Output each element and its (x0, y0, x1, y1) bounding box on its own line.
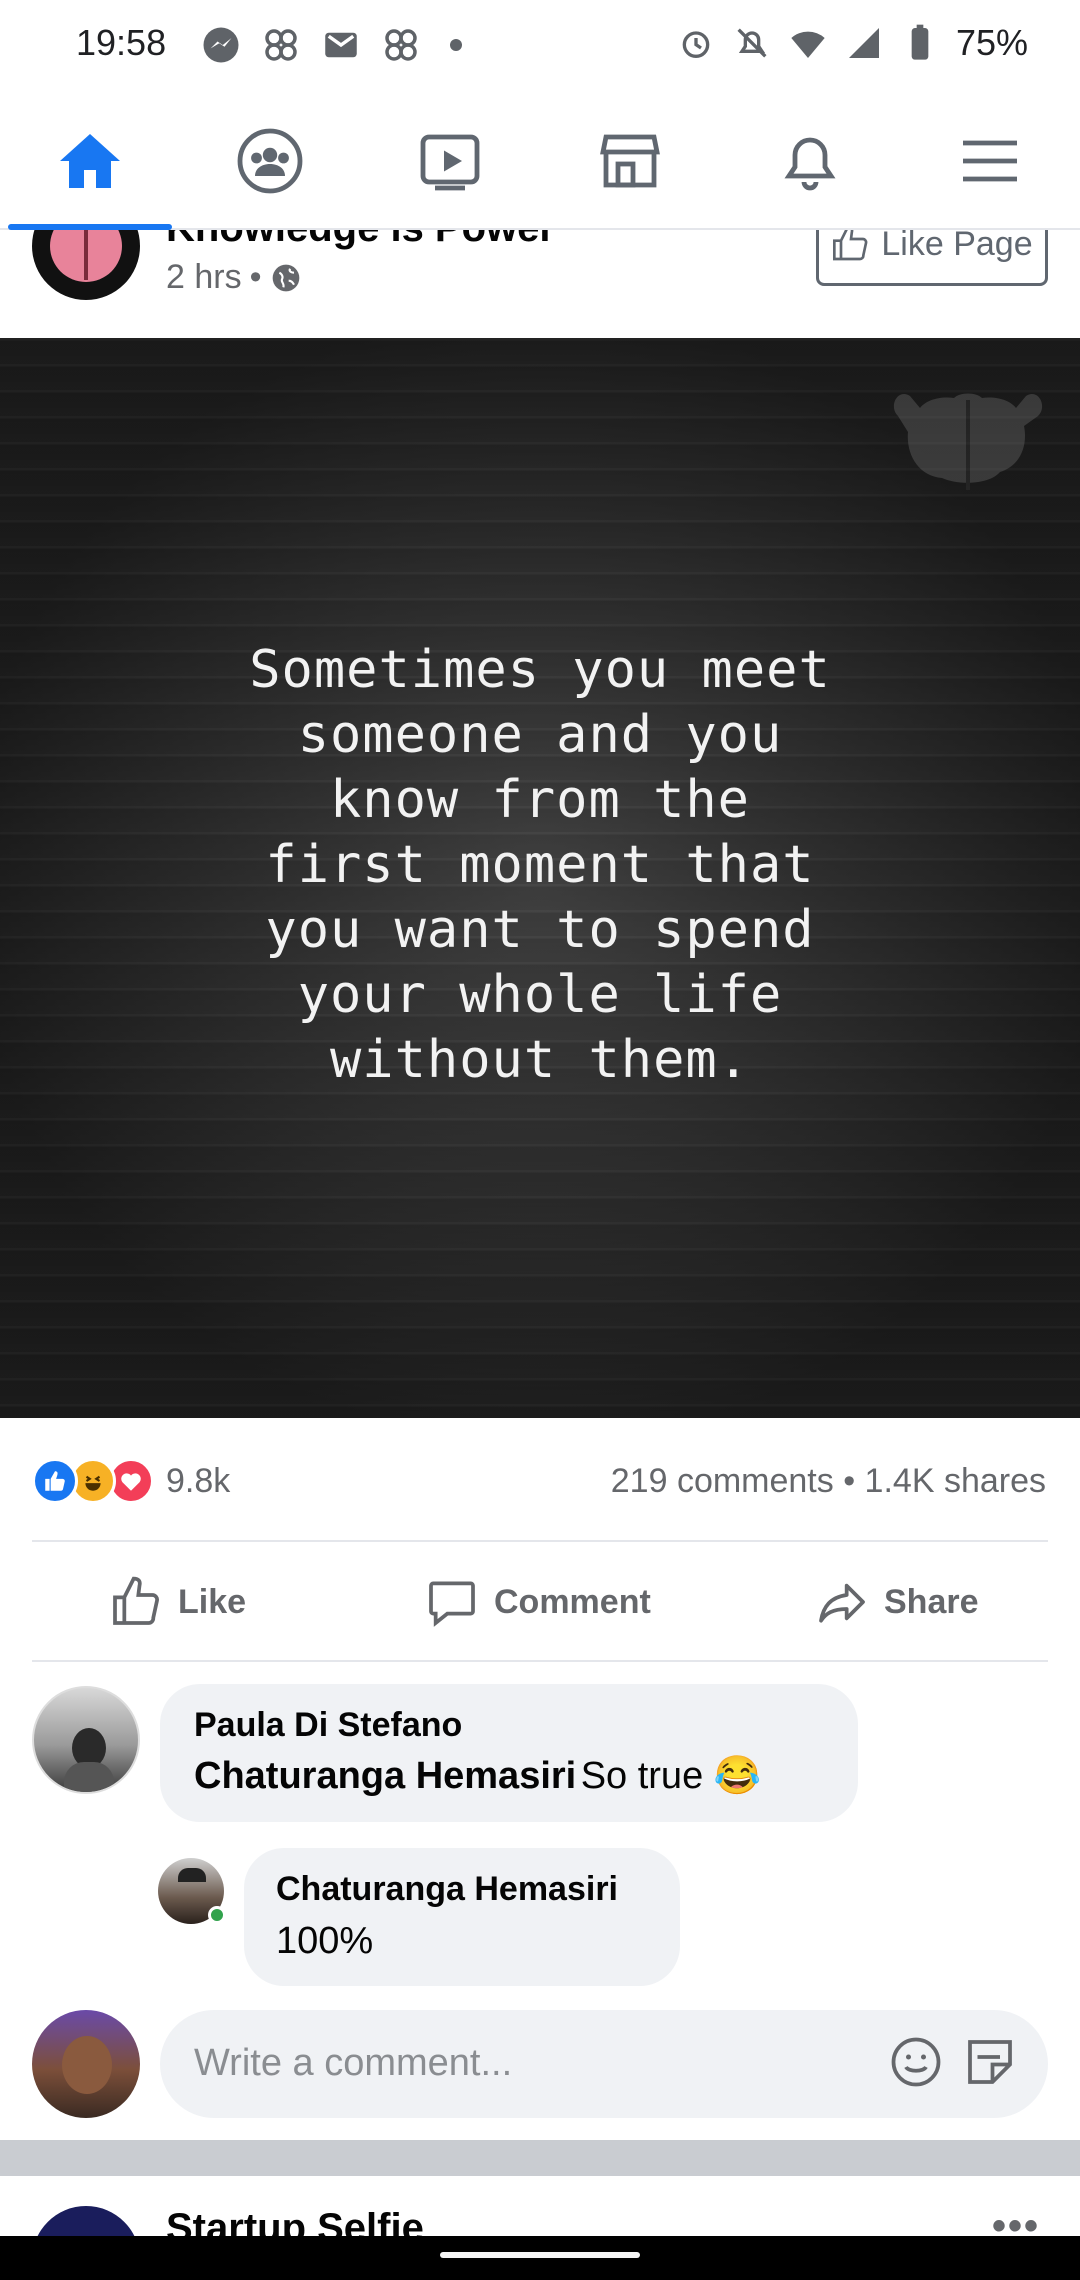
post-actions: Like Comment Share (0, 1544, 1080, 1660)
tab-marketplace[interactable] (540, 92, 720, 230)
top-nav (0, 92, 1080, 230)
bell-off-icon (737, 28, 767, 58)
comment-icon (429, 1581, 475, 1627)
comment-button[interactable]: Comment (424, 1544, 651, 1660)
app-icon (385, 29, 417, 61)
bell-icon (784, 137, 836, 191)
comment-author[interactable]: Chaturanga Hemasiri (276, 1870, 618, 1909)
signal-icon (848, 28, 879, 58)
page-name[interactable]: Knowledge is Power (166, 230, 555, 251)
share-button[interactable]: Share (814, 1544, 979, 1660)
comment-label: Comment (494, 1582, 651, 1621)
hamburger-menu-icon (963, 140, 1017, 182)
more-notifications-dot (450, 39, 462, 51)
divider (32, 1660, 1048, 1662)
like-label: Like (178, 1582, 247, 1621)
comment-text: 100% (276, 1920, 374, 1962)
page-avatar[interactable] (32, 230, 140, 300)
thumbs-up-icon (113, 1576, 159, 1625)
share-icon (819, 1583, 865, 1623)
quote-text: Sometimes you meet someone and you know … (140, 638, 940, 1093)
post-time[interactable]: 2 hrs (166, 258, 242, 297)
quote-line: first moment that (265, 835, 815, 895)
post-image[interactable]: Sometimes you meet someone and you know … (0, 338, 1080, 1418)
quote-line: you want to spend (265, 900, 815, 960)
emoji-icon[interactable] (886, 2032, 946, 2092)
watch-icon (420, 134, 480, 191)
tagged-user[interactable]: Chaturanga Hemasiri (194, 1755, 576, 1797)
quote-line: someone and you (297, 705, 783, 765)
tab-menu[interactable] (900, 92, 1080, 230)
system-icons: 75% (676, 22, 1028, 64)
comment-text: So true 😂 (580, 1755, 762, 1797)
tab-notifications[interactable] (720, 92, 900, 230)
my-avatar[interactable] (32, 2010, 140, 2118)
alarm-icon (682, 31, 710, 59)
groups-icon (237, 128, 303, 194)
comment-bubble[interactable]: Chaturanga Hemasiri 100% (244, 1848, 680, 1986)
engagement-summary: 9.8k 219 comments • 1.4K shares (0, 1418, 1080, 1542)
more-options-icon[interactable]: ••• (992, 2204, 1040, 2236)
next-post-header: Startup Selfie ••• (0, 2176, 1080, 2236)
post-meta: 2 hrs • (166, 258, 302, 297)
post-header: Knowledge is Power 2 hrs • Like Page (0, 230, 1080, 338)
wifi-icon (791, 31, 825, 58)
comment-reply: Chaturanga Hemasiri 100% (0, 1846, 1080, 1996)
share-label: Share (884, 1582, 979, 1621)
quote-line: without them. (330, 1030, 750, 1090)
quote-line: know from the (330, 770, 750, 830)
comment: Paula Di Stefano Chaturanga Hemasiri So … (0, 1680, 1080, 1840)
quote-line: Sometimes you meet (249, 640, 831, 700)
comment-author[interactable]: Paula Di Stefano (194, 1706, 462, 1745)
home-icon (60, 134, 120, 188)
like-page-button[interactable]: Like Page (816, 230, 1048, 286)
battery-icon (911, 24, 929, 60)
messenger-icon (203, 27, 239, 63)
like-page-label: Like Page (881, 230, 1033, 263)
status-bar: 19:58 75% (0, 0, 1080, 92)
battery-percent: 75% (955, 22, 1028, 63)
tab-watch[interactable] (360, 92, 540, 230)
system-gesture-bar (0, 2236, 1080, 2280)
comment-placeholder: Write a comment... (194, 2042, 513, 2084)
page-avatar[interactable] (32, 2206, 140, 2236)
tab-home[interactable] (0, 92, 180, 230)
home-gesture-handle[interactable] (440, 2252, 640, 2258)
status-time: 19:58 (76, 22, 167, 63)
brain-watermark-icon (893, 393, 1043, 490)
comments-shares-count[interactable]: 219 comments • 1.4K shares (611, 1462, 1046, 1501)
globe-icon (272, 264, 299, 291)
tab-groups[interactable] (180, 92, 360, 230)
feed-separator (0, 2140, 1080, 2176)
online-status-dot (208, 1906, 226, 1924)
page-name[interactable]: Startup Selfie (166, 2206, 424, 2236)
app-icon (265, 29, 297, 61)
notification-icons (200, 24, 462, 66)
thumbs-up-icon (833, 230, 868, 261)
divider (32, 1540, 1048, 1542)
reaction-count: 9.8k (166, 1461, 231, 1500)
avatar[interactable] (32, 1686, 140, 1794)
comment-input[interactable]: Write a comment... (160, 2010, 1048, 2118)
comment-bubble[interactable]: Paula Di Stefano Chaturanga Hemasiri So … (160, 1684, 858, 1822)
marketplace-icon (600, 134, 660, 188)
like-button[interactable]: Like (108, 1544, 246, 1660)
gmail-icon (325, 32, 357, 58)
meta-separator: • (249, 258, 262, 296)
sticker-icon[interactable] (960, 2032, 1020, 2092)
quote-line: your whole life (297, 965, 783, 1025)
reactions-summary[interactable]: 9.8k (32, 1458, 230, 1504)
like-reaction-icon (32, 1458, 78, 1504)
